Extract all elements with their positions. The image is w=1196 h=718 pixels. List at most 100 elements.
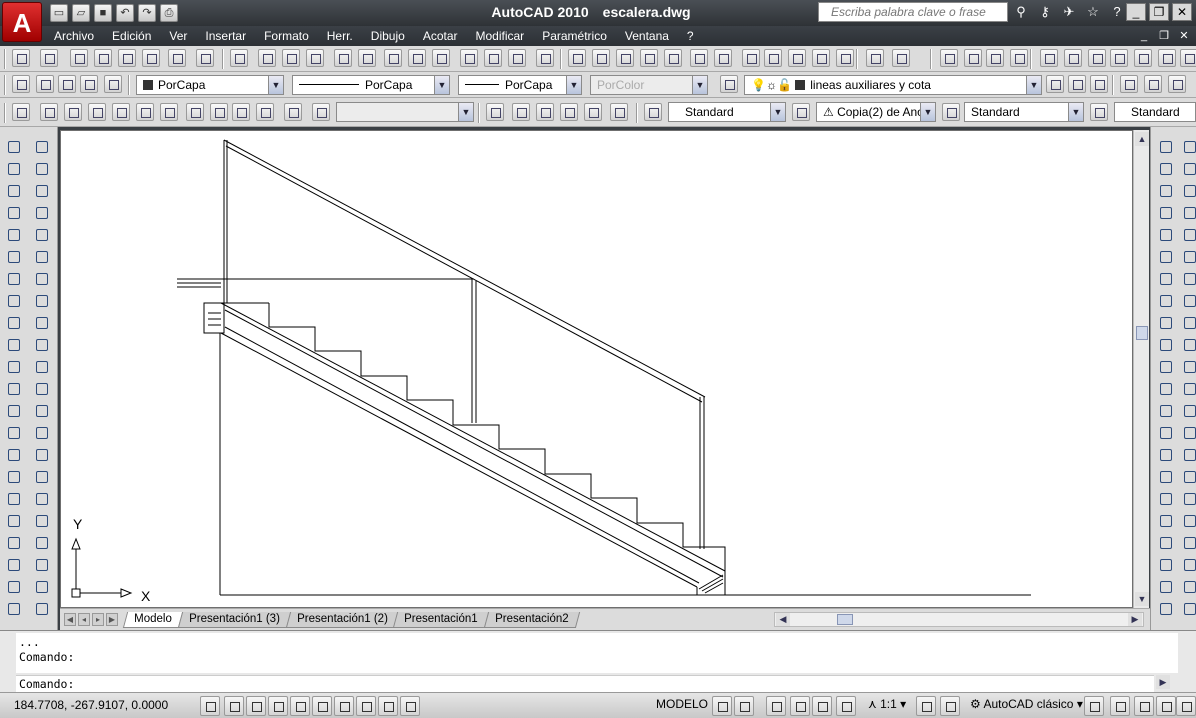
status-tool-button[interactable] bbox=[734, 696, 754, 716]
toolbar-button[interactable] bbox=[1090, 75, 1108, 93]
drafting-toggle[interactable] bbox=[312, 696, 332, 716]
tool-button[interactable] bbox=[31, 511, 53, 531]
doc-minimize-icon[interactable]: _ bbox=[1136, 28, 1152, 44]
menu-item[interactable]: Herr. bbox=[327, 29, 353, 43]
toolbar-button[interactable] bbox=[1010, 49, 1028, 67]
drafting-toggle[interactable] bbox=[334, 696, 354, 716]
vertical-scrollbar[interactable]: ▲ ▼ bbox=[1133, 130, 1149, 608]
toolbar-button[interactable] bbox=[80, 75, 98, 93]
status-tool-button[interactable] bbox=[940, 696, 960, 716]
toolbar-button[interactable] bbox=[36, 75, 54, 93]
tool-button[interactable] bbox=[1155, 577, 1177, 597]
text-style-select[interactable]: Standard ▼ bbox=[668, 102, 786, 122]
tool-button[interactable] bbox=[1179, 225, 1196, 245]
tool-button[interactable] bbox=[3, 555, 25, 575]
layout-tab[interactable]: Presentación1 (2) bbox=[285, 612, 399, 628]
toolbar-button[interactable] bbox=[508, 49, 526, 67]
favorites-icon[interactable]: ☆ bbox=[1084, 3, 1102, 21]
application-menu-button[interactable]: A bbox=[2, 2, 42, 42]
tool-button[interactable] bbox=[3, 599, 25, 619]
status-tool-button[interactable] bbox=[1110, 696, 1130, 716]
status-tool-button[interactable] bbox=[712, 696, 732, 716]
toolbar-button[interactable] bbox=[560, 103, 578, 121]
toolbar-button[interactable] bbox=[866, 49, 884, 67]
tool-button[interactable] bbox=[1155, 489, 1177, 509]
tool-button[interactable] bbox=[1179, 401, 1196, 421]
tool-button[interactable] bbox=[1155, 533, 1177, 553]
tab-prev-icon[interactable]: ◂ bbox=[78, 613, 90, 626]
toolbar-button[interactable] bbox=[512, 103, 530, 121]
toolbar-button[interactable] bbox=[1120, 75, 1138, 93]
toolbar-button[interactable] bbox=[940, 49, 958, 67]
tool-button[interactable] bbox=[1155, 357, 1177, 377]
toolbar-button[interactable] bbox=[58, 75, 76, 93]
tool-button[interactable] bbox=[31, 423, 53, 443]
toolbar-button[interactable] bbox=[616, 49, 634, 67]
toolbar-button[interactable] bbox=[836, 49, 854, 67]
tool-button[interactable] bbox=[3, 379, 25, 399]
scroll-down-icon[interactable]: ▼ bbox=[1135, 592, 1149, 606]
tool-button[interactable] bbox=[1155, 401, 1177, 421]
tool-button[interactable] bbox=[1155, 379, 1177, 399]
toolbar-button[interactable] bbox=[460, 49, 478, 67]
toolbar-button[interactable] bbox=[764, 49, 782, 67]
doc-close-icon[interactable]: ✕ bbox=[1176, 28, 1192, 44]
tool-button[interactable] bbox=[1179, 489, 1196, 509]
tool-button[interactable] bbox=[3, 511, 25, 531]
toolbar-button[interactable] bbox=[70, 49, 88, 67]
tool-button[interactable] bbox=[31, 203, 53, 223]
tool-button[interactable] bbox=[31, 313, 53, 333]
status-tool-button[interactable] bbox=[766, 696, 786, 716]
tool-button[interactable] bbox=[1155, 225, 1177, 245]
help-icon[interactable]: ? bbox=[1108, 3, 1126, 21]
tool-button[interactable] bbox=[1179, 159, 1196, 179]
tool-button[interactable] bbox=[1179, 181, 1196, 201]
drafting-toggle[interactable] bbox=[224, 696, 244, 716]
toolbar-button[interactable] bbox=[644, 103, 662, 121]
scroll-up-icon[interactable]: ▲ bbox=[1135, 132, 1149, 146]
toolbar-button[interactable] bbox=[690, 49, 708, 67]
toolbar-button[interactable] bbox=[284, 103, 302, 121]
coordinates-readout[interactable]: 184.7708, -267.9107, 0.0000 bbox=[14, 698, 168, 712]
tool-button[interactable] bbox=[1179, 247, 1196, 267]
toolbar-button[interactable] bbox=[196, 49, 214, 67]
menu-item[interactable]: Paramétrico bbox=[542, 29, 607, 43]
toolbar-button[interactable] bbox=[88, 103, 106, 121]
tool-button[interactable] bbox=[1155, 291, 1177, 311]
toolbar-button[interactable] bbox=[1134, 49, 1152, 67]
tool-button[interactable] bbox=[3, 577, 25, 597]
toolbar-button[interactable] bbox=[168, 49, 186, 67]
toolbar-button[interactable] bbox=[142, 49, 160, 67]
tool-button[interactable] bbox=[31, 577, 53, 597]
toolbar-button[interactable] bbox=[112, 103, 130, 121]
tool-button[interactable] bbox=[1155, 203, 1177, 223]
tool-button[interactable] bbox=[1155, 181, 1177, 201]
layer-manager-button[interactable] bbox=[720, 75, 738, 93]
tool-button[interactable] bbox=[1179, 269, 1196, 289]
vertical-scroll-thumb[interactable] bbox=[1136, 326, 1148, 340]
toolbar-button[interactable] bbox=[664, 49, 682, 67]
tool-button[interactable] bbox=[3, 181, 25, 201]
toolbar-button[interactable] bbox=[812, 49, 830, 67]
drafting-toggle[interactable] bbox=[378, 696, 398, 716]
dim-style-select[interactable]: ⚠ Copia(2) de Anot ▼ bbox=[816, 102, 936, 122]
toolbar-button[interactable] bbox=[408, 49, 426, 67]
layout-tab[interactable]: Presentación1 bbox=[393, 612, 489, 628]
toolbar-button[interactable] bbox=[892, 49, 910, 67]
toolbar-button[interactable] bbox=[282, 49, 300, 67]
scroll-left-icon[interactable]: ◀ bbox=[776, 613, 790, 626]
tool-button[interactable] bbox=[1179, 335, 1196, 355]
tool-button[interactable] bbox=[3, 225, 25, 245]
status-tool-button[interactable] bbox=[790, 696, 810, 716]
menu-item[interactable]: Modificar bbox=[476, 29, 525, 43]
tool-button[interactable] bbox=[3, 401, 25, 421]
tool-button[interactable] bbox=[1179, 533, 1196, 553]
tool-button[interactable] bbox=[1179, 357, 1196, 377]
tool-button[interactable] bbox=[3, 203, 25, 223]
tool-button[interactable] bbox=[1155, 599, 1177, 619]
toolbar-button[interactable] bbox=[40, 49, 58, 67]
toolbar-button[interactable] bbox=[210, 103, 228, 121]
toolbar-button[interactable] bbox=[1064, 49, 1082, 67]
tool-button[interactable] bbox=[1155, 423, 1177, 443]
lineweight-select[interactable]: PorCapa ▼ bbox=[458, 75, 582, 95]
